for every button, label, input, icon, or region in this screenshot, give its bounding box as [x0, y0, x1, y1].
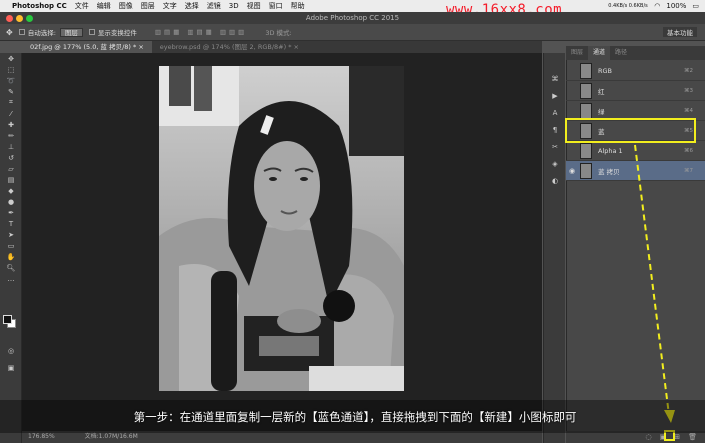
channel-thumbnail: [580, 82, 592, 99]
visibility-eye-icon[interactable]: ◉: [566, 167, 578, 175]
new-channel-icon[interactable]: ⊞: [674, 433, 680, 441]
actions-panel-icon[interactable]: ▶: [544, 90, 566, 101]
zoom-level[interactable]: 176.85%: [28, 433, 55, 440]
channel-thumbnail: [580, 162, 592, 179]
shape-tool-icon[interactable]: ▭: [0, 240, 22, 251]
menu-file[interactable]: 文件: [75, 1, 89, 11]
net-speed: 0.4KB/s 0.6KB/s: [608, 2, 648, 9]
channel-row[interactable]: 红 ⌘3: [566, 81, 705, 101]
path-select-icon[interactable]: ➤: [0, 229, 22, 240]
history-panel-icon[interactable]: ⌘: [544, 73, 566, 84]
history-brush-icon[interactable]: ↺: [0, 152, 22, 163]
battery-level: 100%: [666, 2, 687, 10]
quick-select-tool-icon[interactable]: ✎: [0, 86, 22, 97]
channel-shortcut: ⌘3: [684, 87, 693, 94]
channel-shortcut: ⌘7: [684, 167, 693, 174]
move-tool-icon[interactable]: ✥: [0, 53, 22, 64]
screen-mode-icon[interactable]: ▣: [0, 362, 22, 373]
channel-thumbnail: [580, 62, 592, 79]
foreground-color-swatch[interactable]: [3, 315, 12, 324]
color-panel-icon[interactable]: ◐: [544, 175, 566, 186]
eraser-tool-icon[interactable]: ▱: [0, 163, 22, 174]
auto-select-label: 自动选择:: [27, 29, 56, 37]
brush-panel-icon[interactable]: ◈: [544, 158, 566, 169]
stamp-tool-icon[interactable]: ⊥: [0, 141, 22, 152]
menu-3d[interactable]: 3D: [229, 2, 239, 10]
move-tool-icon[interactable]: ✥: [6, 28, 13, 37]
more-tools-icon[interactable]: …: [0, 273, 22, 284]
menu-select[interactable]: 选择: [185, 1, 199, 11]
delete-channel-icon[interactable]: 🗑︎: [688, 433, 697, 441]
dodge-tool-icon[interactable]: ●: [0, 196, 22, 207]
menu-help[interactable]: 帮助: [291, 1, 305, 11]
channel-thumbnail: [580, 102, 592, 119]
marquee-tool-icon[interactable]: ⬚: [0, 64, 22, 75]
healing-brush-icon[interactable]: ✚: [0, 119, 22, 130]
menu-filter[interactable]: 滤镜: [207, 1, 221, 11]
channel-shortcut: ⌘6: [684, 147, 693, 154]
workspace-switcher[interactable]: 基本功能: [663, 27, 697, 37]
tab-eyebrow[interactable]: eyebrow.psd @ 174% (图层 2, RGB/8#) * ×: [152, 41, 307, 53]
align-icons[interactable]: ▥▤▦ ▥▤▦ ▥▥▥: [155, 28, 247, 36]
character-panel-icon[interactable]: A: [544, 107, 566, 118]
tools-panel: ✥ ⬚ ➰ ✎ ⌗ ⁄ ✚ ✏ ⊥ ↺ ▱ ▤ ◆ ● ✒ T ➤ ▭ ✋ 🔍︎…: [0, 53, 22, 443]
blur-tool-icon[interactable]: ◆: [0, 185, 22, 196]
show-transform-label: 显示变换控件: [97, 29, 137, 37]
crop-tool-icon[interactable]: ⌗: [0, 97, 22, 108]
tab-layers[interactable]: 图层: [566, 46, 588, 60]
minimize-window-button[interactable]: [16, 15, 23, 22]
channel-name: 红: [598, 87, 605, 96]
eyedropper-tool-icon[interactable]: ⁄: [0, 108, 22, 119]
battery-icon[interactable]: ▭: [692, 2, 699, 10]
load-selection-icon[interactable]: ◌: [646, 433, 652, 441]
tool-presets-icon[interactable]: ✂: [544, 141, 566, 152]
menu-image[interactable]: 图像: [119, 1, 133, 11]
close-window-button[interactable]: [6, 15, 13, 22]
tab-02f[interactable]: 02f.jpg @ 177% (5.0, 蓝 拷贝/8) * ×: [22, 41, 152, 53]
mac-menubar: Photoshop CC 文件 编辑 图像 图层 文字 选择 滤镜 3D 视图 …: [0, 0, 705, 12]
wifi-icon[interactable]: ◠: [654, 2, 660, 10]
document-image[interactable]: [159, 66, 404, 391]
menu-layer[interactable]: 图层: [141, 1, 155, 11]
zoom-window-button[interactable]: [26, 15, 33, 22]
panel-tabs: 图层 通道 路径: [566, 46, 705, 60]
channel-thumbnail: [580, 142, 592, 159]
zoom-tool-icon[interactable]: 🔍︎: [0, 262, 22, 273]
brush-tool-icon[interactable]: ✏: [0, 130, 22, 141]
channel-name: RGB: [598, 66, 613, 75]
auto-select-dropdown[interactable]: 图层: [59, 27, 83, 37]
channel-shortcut: ⌘4: [684, 107, 693, 114]
lasso-tool-icon[interactable]: ➰: [0, 75, 22, 86]
drag-arrow: [634, 144, 675, 423]
channel-name: 绿: [598, 107, 605, 116]
options-bar: ✥ 自动选择: 图层 显示变换控件 ▥▤▦ ▥▤▦ ▥▥▥ 3D 模式: 基本功…: [0, 24, 705, 41]
menu-edit[interactable]: 编辑: [97, 1, 111, 11]
grayscale-portrait-image: [159, 66, 404, 391]
document-tabs: 02f.jpg @ 177% (5.0, 蓝 拷贝/8) * × eyebrow…: [22, 41, 542, 53]
hand-tool-icon[interactable]: ✋: [0, 251, 22, 262]
doc-size[interactable]: 文档:1.07M/16.6M: [85, 433, 138, 440]
channel-row[interactable]: RGB ⌘2: [566, 61, 705, 81]
show-transform-checkbox[interactable]: [88, 29, 95, 35]
type-tool-icon[interactable]: T: [0, 218, 22, 229]
channel-shortcut: ⌘2: [684, 67, 693, 74]
auto-select-checkbox[interactable]: [18, 29, 25, 35]
window-title: Adobe Photoshop CC 2015: [305, 14, 400, 22]
gradient-tool-icon[interactable]: ▤: [0, 174, 22, 185]
tab-channels[interactable]: 通道: [588, 46, 611, 60]
panel-icon-strip: ⌘ ▶ A ¶ ✂ ◈ ◐: [543, 53, 565, 443]
menu-window[interactable]: 窗口: [269, 1, 283, 11]
tutorial-caption: 第一步：在通道里面复制一层新的【蓝色通道】，直接拖拽到下面的【新建】小图标即可: [133, 410, 577, 424]
window-titlebar: Adobe Photoshop CC 2015: [0, 12, 705, 24]
tab-paths[interactable]: 路径: [610, 46, 632, 60]
mode-3d-label: 3D 模式:: [265, 29, 292, 37]
paragraph-panel-icon[interactable]: ¶: [544, 124, 566, 135]
app-menu[interactable]: Photoshop CC: [12, 2, 67, 10]
pen-tool-icon[interactable]: ✒: [0, 207, 22, 218]
quick-mask-icon[interactable]: ◎: [0, 345, 22, 356]
menu-view[interactable]: 视图: [247, 1, 261, 11]
menu-type[interactable]: 文字: [163, 1, 177, 11]
